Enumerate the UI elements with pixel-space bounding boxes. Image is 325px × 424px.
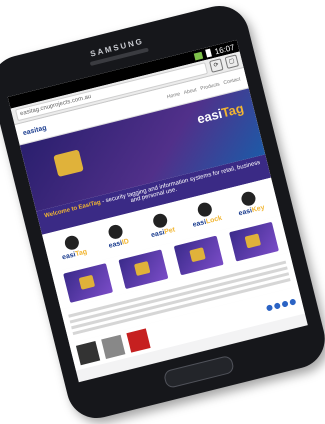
feature-thumbnail[interactable] [228,221,279,262]
product-item[interactable]: easiLock [185,199,225,230]
product-icon [151,212,169,230]
product-icon [63,234,81,252]
feature-thumbnail[interactable] [117,249,168,290]
padlock-icon [53,149,84,178]
product-item[interactable]: easiPet [141,210,181,241]
reload-icon[interactable]: ⟳ [209,58,224,73]
phone-device: SAMSUNG 16:07 easitag.cnuprojects.com.au… [0,0,325,424]
product-item[interactable]: easiKey [229,188,269,219]
gallery-thumbnail[interactable] [126,328,151,353]
feature-thumbnail[interactable] [173,235,224,276]
phone-screen: 16:07 easitag.cnuprojects.com.au ⟳ ▢ eas… [7,39,308,383]
feature-thumbnail[interactable] [62,263,113,304]
product-item[interactable]: easiTag [53,232,93,263]
product-icon [195,201,213,219]
gallery-thumbnail[interactable] [101,334,126,359]
social-icon[interactable] [265,304,274,312]
signal-icon [193,51,204,60]
hero-logo: easiTag [195,100,246,127]
social-icon[interactable] [289,298,297,306]
social-icon[interactable] [281,300,289,308]
product-icon [107,223,125,241]
site-logo[interactable]: easitag [22,124,47,137]
tabs-icon[interactable]: ▢ [224,54,240,69]
nav-item-contact[interactable]: Contact [223,76,241,86]
nav-item-products[interactable]: Products [200,81,221,92]
battery-icon [205,48,212,58]
nav-item-about[interactable]: About [183,87,197,96]
nav-item-home[interactable]: Home [166,91,180,100]
product-icon [240,190,258,208]
home-button[interactable] [162,354,236,390]
gallery-thumbnail[interactable] [75,340,101,366]
product-item[interactable]: easiID [97,221,137,252]
social-icon[interactable] [273,302,281,310]
social-links [265,298,297,312]
